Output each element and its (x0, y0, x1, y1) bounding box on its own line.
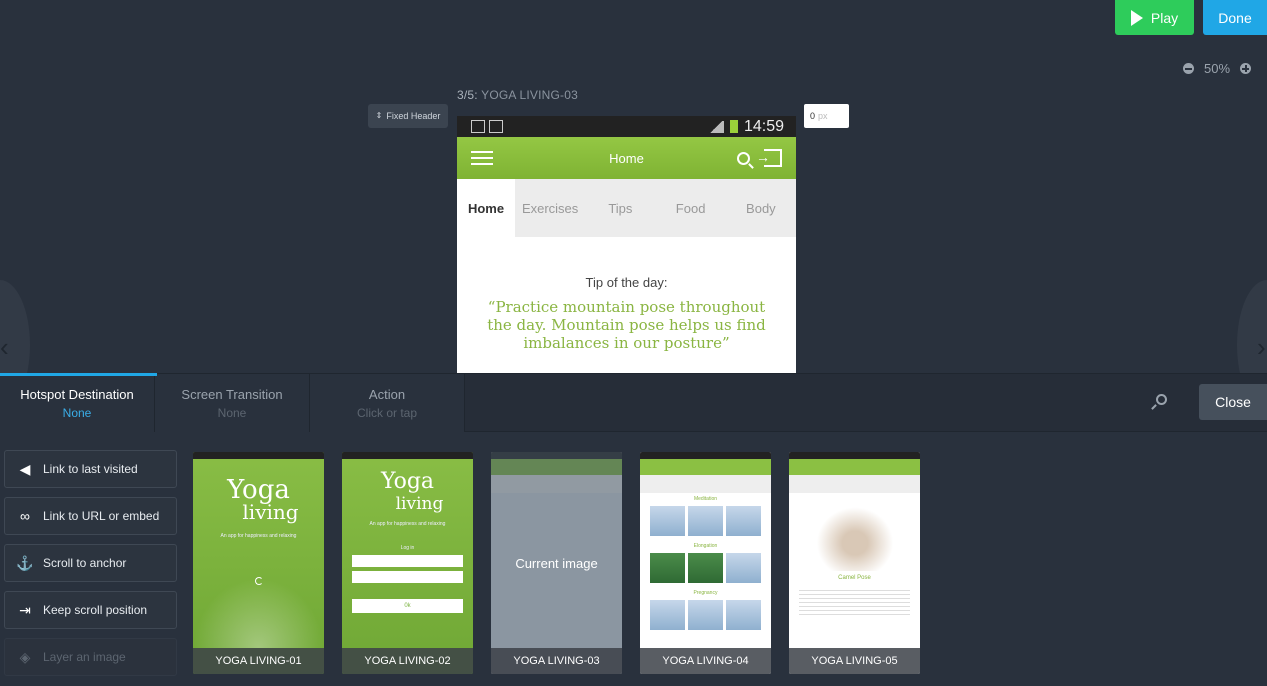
yoga-logo: Yoga living (380, 469, 444, 515)
signal-icon (707, 120, 724, 133)
keep-scroll-position-button[interactable]: ⇥ Keep scroll position (4, 591, 177, 629)
thumbnail-yoga-living-04[interactable]: Meditation Elongation Pregnancy YOGA LIV… (640, 452, 771, 674)
hotspot-options: ◀ Link to last visited ∞ Link to URL or … (4, 450, 177, 685)
panel-tabs: Hotspot Destination None Screen Transiti… (0, 373, 1267, 432)
phone-tab-body[interactable]: Body (726, 179, 796, 237)
thumbnail-yoga-living-02[interactable]: Yoga living An app for happiness and rel… (342, 452, 473, 674)
thumb-caption: YOGA LIVING-05 (789, 648, 920, 674)
phone-tab-home[interactable]: Home (457, 179, 515, 237)
tab-value: Click or tap (356, 405, 418, 420)
option-label: Keep scroll position (43, 603, 148, 617)
tab-label: Screen Transition (181, 386, 283, 402)
link-last-visited-button[interactable]: ◀ Link to last visited (4, 450, 177, 488)
done-button[interactable]: Done (1203, 0, 1267, 35)
fixed-header-label: Fixed Header (386, 111, 441, 121)
close-button[interactable]: Close (1199, 384, 1267, 420)
phone-tab-exercises[interactable]: Exercises (515, 179, 585, 237)
tab-hotspot-destination[interactable]: Hotspot Destination None (0, 373, 157, 432)
layers-icon: ◈ (19, 648, 31, 665)
hotspot-panel: Hotspot Destination None Screen Transiti… (0, 373, 1267, 686)
status-bar: 14:59 (457, 116, 796, 137)
zoom-level: 50% (1204, 61, 1231, 76)
pose-title: Camel Pose (838, 575, 871, 581)
zoom-in-icon[interactable] (1240, 63, 1252, 74)
anchor-icon: ⚓ (16, 554, 34, 571)
ok-button: 0k (352, 599, 463, 613)
screen-title: 3/5: YOGA LIVING-03 (457, 88, 578, 102)
header-offset-input[interactable]: 0 px (804, 104, 849, 128)
login-label: Log in (400, 545, 415, 551)
app-bar: Home (457, 137, 796, 179)
offset-unit: px (818, 111, 828, 121)
thumbnail-yoga-living-03[interactable]: Current image YOGA LIVING-03 (491, 452, 622, 674)
scroll-to-anchor-button[interactable]: ⚓ Scroll to anchor (4, 544, 177, 582)
zoom-control: 50% (1183, 61, 1252, 76)
scroll-position-icon: ⇥ (19, 601, 31, 618)
option-label: Layer an image (43, 650, 126, 664)
screen-thumbnails: Yoga living An app for happiness and rel… (193, 452, 920, 674)
thumb-subtitle: An app for happiness and relaxing (369, 521, 446, 527)
screen-counter: 3/5: (457, 88, 478, 102)
play-button[interactable]: Play (1115, 0, 1194, 35)
phone-tab-tips[interactable]: Tips (585, 179, 655, 237)
thumb-caption: YOGA LIVING-02 (342, 648, 473, 674)
tab-value: None (62, 405, 92, 420)
thumb-caption: YOGA LIVING-03 (491, 648, 622, 674)
tab-label: Hotspot Destination (20, 386, 134, 402)
play-icon (1130, 9, 1143, 26)
chevron-right-icon: › (1257, 332, 1266, 362)
screen-name: YOGA LIVING-03 (481, 88, 578, 102)
password-field (352, 571, 463, 583)
link-url-button[interactable]: ∞ Link to URL or embed (4, 497, 177, 535)
option-label: Link to URL or embed (43, 509, 160, 523)
phone-preview[interactable]: 14:59 Home Home Exercises Tips Food Body… (457, 116, 796, 373)
tab-screen-transition[interactable]: Screen Transition None (155, 374, 310, 432)
tab-label: Action (368, 386, 406, 402)
thumb-caption: YOGA LIVING-04 (640, 648, 771, 674)
pose-image (809, 501, 900, 571)
user-field (352, 555, 463, 567)
tip-heading: Tip of the day: (585, 275, 668, 290)
offset-value: 0 (810, 111, 816, 121)
layer-image-button[interactable]: ◈ Layer an image (4, 638, 177, 676)
chevron-left-icon: ‹ (0, 332, 9, 362)
thumb-subtitle: An app for happiness and relaxing (220, 533, 297, 539)
search-icon[interactable] (1151, 394, 1167, 410)
battery-icon (729, 120, 738, 133)
gallery-icon (471, 120, 485, 133)
option-label: Link to last visited (43, 462, 138, 476)
search-icon[interactable] (737, 151, 750, 165)
link-icon: ∞ (20, 508, 30, 524)
lotus-image (193, 578, 324, 648)
tab-value: None (217, 405, 247, 420)
thumbnail-yoga-living-01[interactable]: Yoga living An app for happiness and rel… (193, 452, 324, 674)
arrow-left-icon: ◀ (19, 460, 31, 477)
fixed-header-button[interactable]: ⇕ Fixed Header (368, 104, 448, 128)
phone-tab-food[interactable]: Food (656, 179, 726, 237)
resize-vertical-icon: ⇕ (375, 111, 383, 120)
phone-tabs: Home Exercises Tips Food Body (457, 179, 796, 237)
zoom-out-icon[interactable] (1183, 63, 1194, 74)
play-label: Play (1150, 9, 1179, 26)
status-time: 14:59 (743, 117, 784, 135)
tip-text: “Practice mountain pose throughout the d… (487, 298, 766, 352)
yoga-logo: Yoga living (227, 475, 299, 524)
option-label: Scroll to anchor (43, 556, 127, 570)
thumb-caption: YOGA LIVING-01 (193, 648, 324, 674)
menu-icon[interactable] (471, 151, 493, 165)
screenshot-icon (489, 120, 503, 133)
thumbnail-yoga-living-05[interactable]: Camel Pose YOGA LIVING-05 (789, 452, 920, 674)
tab-action[interactable]: Action Click or tap (310, 374, 465, 432)
current-image-overlay: Current image (491, 452, 622, 674)
login-icon[interactable] (756, 149, 782, 167)
